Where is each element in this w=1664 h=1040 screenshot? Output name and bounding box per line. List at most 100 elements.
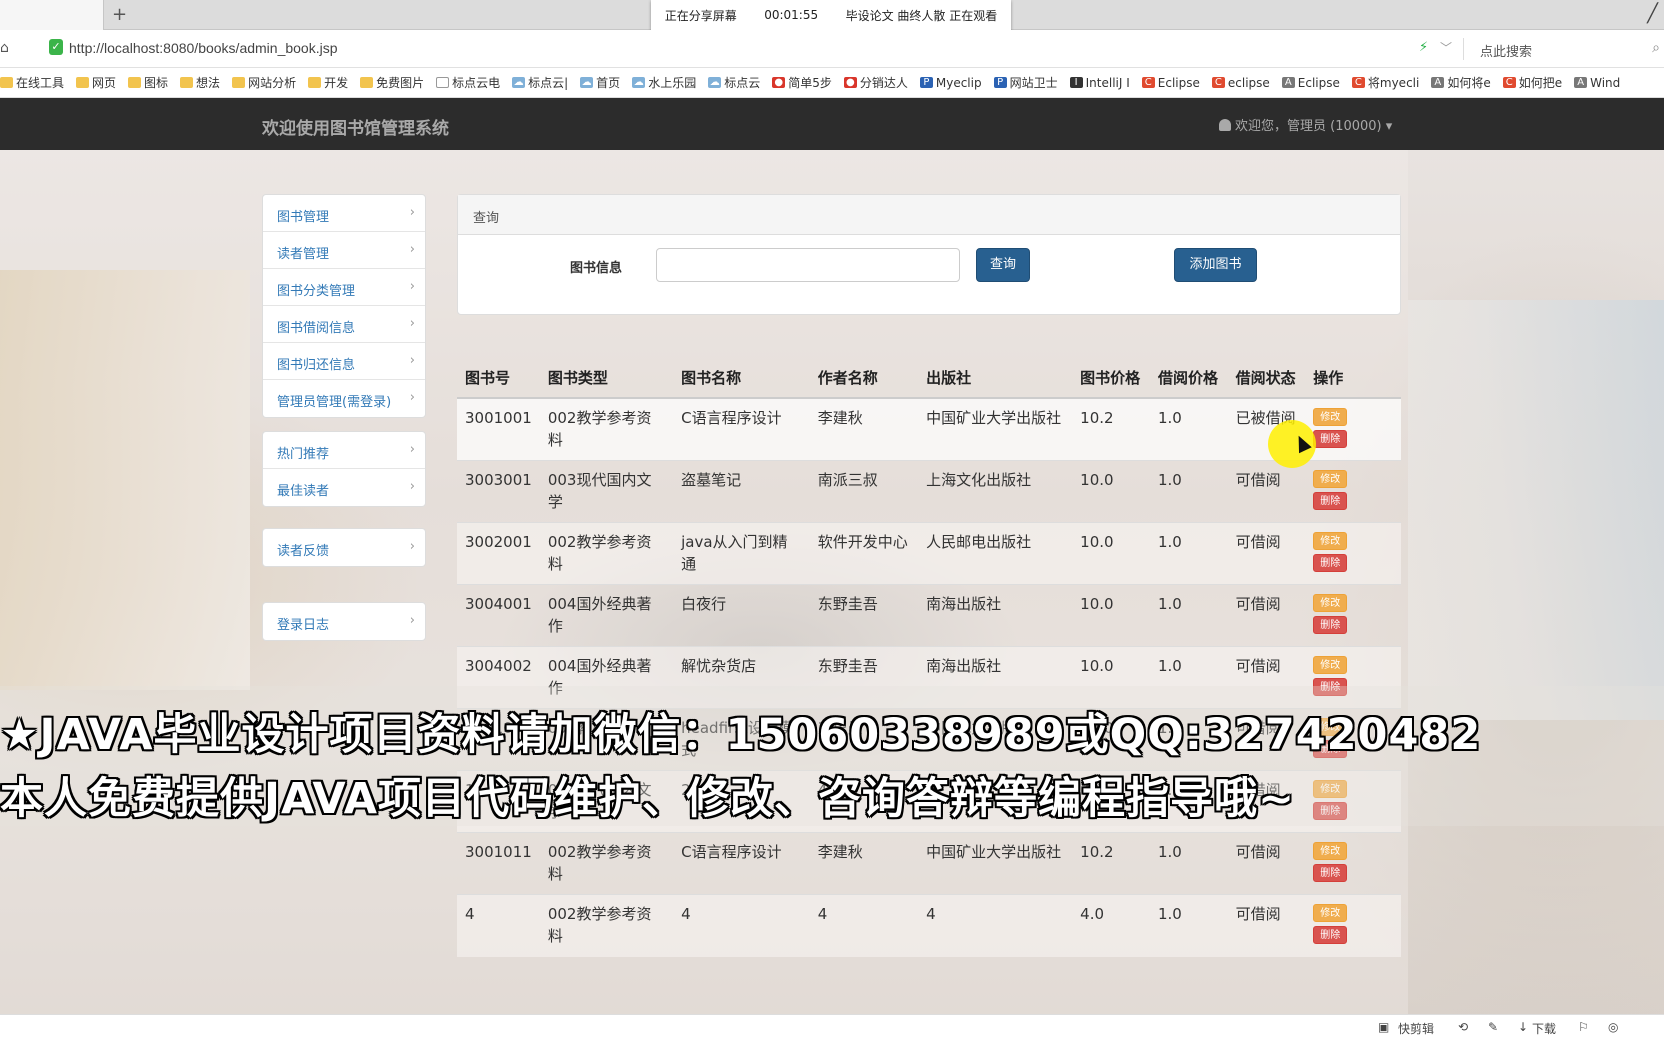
bookmark-item[interactable]: 想法 bbox=[180, 74, 220, 91]
edit-button[interactable]: 修改 bbox=[1313, 594, 1348, 612]
bookmark-item[interactable]: 免费图片 bbox=[360, 74, 424, 91]
bookmark-item[interactable]: ☁ 首页 bbox=[580, 74, 620, 91]
column-header: 作者名称 bbox=[809, 336, 919, 399]
bookmark-item[interactable]: ☁ 标点云| bbox=[512, 74, 568, 91]
table-cell: 1.0 bbox=[1149, 460, 1228, 523]
sidebar-item[interactable]: 最佳读者 › bbox=[263, 469, 425, 506]
edit-button[interactable]: 修改 bbox=[1313, 842, 1348, 860]
delete-button[interactable]: 删除 bbox=[1313, 554, 1348, 572]
bookmark-item[interactable]: ● 分销达人 bbox=[843, 74, 908, 91]
cloud-icon: ☁ bbox=[512, 77, 526, 88]
blue-icon: P bbox=[919, 77, 933, 88]
bookmark-label: 标点云| bbox=[528, 76, 569, 90]
sidebar-item[interactable]: 管理员管理(需登录) › bbox=[263, 380, 425, 417]
pin-icon[interactable]: ✎ bbox=[1488, 1020, 1498, 1034]
sidebar-item[interactable]: 图书管理 › bbox=[263, 195, 425, 232]
sidebar-item[interactable]: 图书归还信息 › bbox=[263, 343, 425, 380]
edit-button[interactable]: 修改 bbox=[1313, 656, 1348, 674]
sidebar-item[interactable]: 读者管理 › bbox=[263, 232, 425, 269]
edit-button[interactable]: 修改 bbox=[1313, 470, 1348, 488]
sidebar-item[interactable]: 图书借阅信息 › bbox=[263, 306, 425, 343]
bookmark-label: 网站卫士 bbox=[1009, 76, 1058, 90]
bookmark-item[interactable]: C 将myecli bbox=[1351, 74, 1419, 91]
bookmark-item[interactable]: 图标 bbox=[128, 74, 168, 91]
red-icon: ● bbox=[772, 77, 786, 88]
window-close-icon[interactable]: ╱ bbox=[1647, 3, 1658, 24]
cloud-icon: ☁ bbox=[632, 77, 646, 88]
edit-button[interactable]: 修改 bbox=[1313, 532, 1348, 550]
refresh-icon[interactable]: ⟲ bbox=[1458, 1020, 1468, 1034]
bookmark-item[interactable]: 标点云电 bbox=[436, 74, 500, 91]
new-tab-icon[interactable]: + bbox=[112, 4, 127, 25]
blue-icon: P bbox=[993, 77, 1007, 88]
dark-icon: I bbox=[1069, 77, 1083, 88]
user-menu[interactable]: 欢迎您，管理员 (10000) ▾ bbox=[1219, 115, 1392, 134]
delete-button[interactable]: 删除 bbox=[1313, 430, 1348, 448]
bookmark-item[interactable]: A Wind bbox=[1574, 76, 1620, 90]
table-cell: 4 bbox=[809, 894, 919, 957]
status-clip-label[interactable]: 快剪辑 bbox=[1398, 1020, 1434, 1037]
bookmark-item[interactable]: ● 简单5步 bbox=[772, 74, 832, 91]
bookmark-item[interactable]: A Eclipse bbox=[1281, 76, 1340, 90]
table-cell: 南派三叔 bbox=[809, 460, 919, 523]
bookmark-label: 免费图片 bbox=[376, 76, 425, 90]
edit-button[interactable]: 修改 bbox=[1313, 408, 1348, 426]
add-book-button[interactable]: 添加图书 bbox=[1174, 248, 1257, 282]
browser-search-input[interactable]: 点此搜索 ⌕ bbox=[1470, 37, 1664, 61]
bookmark-item[interactable]: C Eclipse bbox=[1141, 76, 1200, 90]
browser-tab[interactable] bbox=[0, 0, 104, 30]
delete-button[interactable]: 删除 bbox=[1313, 864, 1348, 882]
sidebar-item[interactable]: 热门推荐 › bbox=[263, 432, 425, 469]
status-download-label[interactable]: 下载 bbox=[1532, 1020, 1556, 1037]
bookmark-item[interactable]: ☁ 标点云 bbox=[708, 74, 760, 91]
sidebar-item[interactable]: 读者反馈 › bbox=[263, 529, 425, 566]
content-area: 图书管理 › 读者管理 › 图书分类管理 › 图书借阅信息 › 图书归还信息 › 管理员管理(需登录… bbox=[0, 150, 1664, 1014]
bookmark-label: 在线工具 bbox=[16, 76, 65, 90]
bookmark-item[interactable]: I IntelliJ I bbox=[1069, 76, 1130, 90]
delete-button[interactable]: 删除 bbox=[1313, 616, 1348, 634]
bookmark-item[interactable]: C 如何把e bbox=[1502, 74, 1562, 91]
table-cell: 白夜行 bbox=[673, 584, 810, 647]
download-icon[interactable]: ↓ bbox=[1518, 1020, 1528, 1034]
sidebar-item[interactable]: 图书分类管理 › bbox=[263, 269, 425, 306]
table-cell: 李建秋 bbox=[809, 832, 919, 895]
bookmark-item[interactable]: 网站分析 bbox=[232, 74, 296, 91]
book-info-input[interactable] bbox=[656, 248, 960, 282]
chevron-right-icon: › bbox=[409, 442, 415, 457]
delete-button[interactable]: 删除 bbox=[1313, 926, 1348, 944]
app-brand[interactable]: 欢迎使用图书馆管理系统 bbox=[262, 114, 449, 139]
flag-icon[interactable]: ⚐ bbox=[1578, 1020, 1589, 1034]
bookmark-label: 图标 bbox=[144, 76, 169, 90]
bookmark-item[interactable]: A 如何将e bbox=[1431, 74, 1491, 91]
bookmark-item[interactable]: ☁ 水上乐园 bbox=[632, 74, 696, 91]
table-cell: 可借阅 bbox=[1227, 832, 1306, 895]
search-icon[interactable]: ⌕ bbox=[1652, 40, 1660, 56]
bookmark-item[interactable]: Ceclipse bbox=[1211, 76, 1270, 90]
browser-tab-bar: + 正在分享屏幕 00:01:55 毕设论文 曲终人散 正在观看 ╱ bbox=[0, 0, 1664, 30]
bookmark-item[interactable]: 在线工具 bbox=[0, 74, 64, 91]
bookmark-label: 网页 bbox=[92, 76, 117, 90]
query-button[interactable]: 查询 bbox=[976, 248, 1030, 282]
sidebar-item[interactable]: 登录日志 › bbox=[263, 603, 425, 640]
gray-icon: A bbox=[1431, 77, 1445, 88]
edit-button[interactable]: 修改 bbox=[1313, 904, 1348, 922]
bookmark-item[interactable]: P Myeclip bbox=[919, 76, 982, 90]
table-cell: 3001001 bbox=[457, 397, 540, 461]
table-cell: 3002001 bbox=[457, 522, 540, 585]
home-icon[interactable]: ⌂ bbox=[0, 40, 9, 56]
url-field[interactable]: http://localhost:8080/books/admin_book.j… bbox=[69, 40, 338, 56]
search-placeholder: 点此搜索 bbox=[1480, 45, 1533, 60]
user-label: 欢迎您，管理员 (10000) bbox=[1235, 119, 1382, 134]
chevron-down-icon[interactable]: ﹀ bbox=[1440, 39, 1452, 56]
table-cell: 1.0 bbox=[1149, 584, 1228, 647]
bookmark-item[interactable]: 网页 bbox=[76, 74, 116, 91]
background-books-right bbox=[1408, 300, 1664, 720]
folder-icon bbox=[360, 77, 374, 88]
delete-button[interactable]: 删除 bbox=[1313, 492, 1348, 510]
bookmark-item[interactable]: P 网站卫士 bbox=[993, 74, 1058, 91]
bookmark-item[interactable]: 开发 bbox=[308, 74, 348, 91]
clip-icon[interactable]: ▣ bbox=[1378, 1020, 1389, 1034]
bolt-icon[interactable]: ⚡ bbox=[1419, 40, 1428, 55]
ie-icon[interactable]: ◎ bbox=[1608, 1020, 1618, 1034]
table-cell: 3004001 bbox=[457, 584, 540, 647]
